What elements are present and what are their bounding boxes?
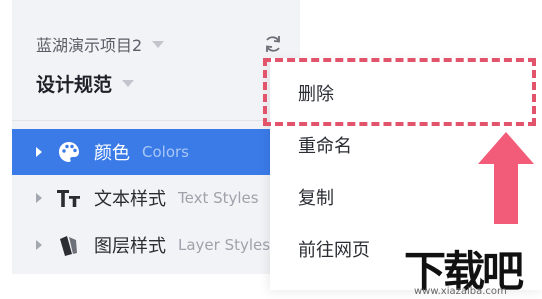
item-label-en: Text Styles	[178, 189, 259, 207]
menu-item-open-webpage[interactable]: 前往网页	[298, 236, 370, 262]
watermark-url: www.xiazaiba.com	[414, 286, 507, 297]
watermark: 下载吧 www.xiazaiba.com	[404, 238, 542, 299]
project-name: 蓝湖演示项目2	[36, 36, 143, 55]
menu-item-duplicate[interactable]: 复制	[298, 184, 334, 210]
expand-caret-icon[interactable]	[36, 193, 42, 203]
annotation-dashed-box	[263, 58, 536, 126]
sidebar-item-colors[interactable]: 颜色 Colors	[12, 129, 300, 175]
refresh-icon[interactable]	[262, 33, 284, 55]
item-label-en: Layer Styles	[178, 236, 271, 254]
divider	[12, 120, 300, 121]
sidebar-item-text-styles[interactable]: 文本样式 Text Styles	[12, 175, 300, 221]
palette-icon	[56, 139, 82, 165]
menu-item-rename[interactable]: 重命名	[298, 132, 352, 158]
text-style-icon	[56, 185, 82, 211]
page-name: 设计规范	[36, 73, 113, 96]
item-label: 图层样式	[94, 236, 166, 257]
item-label-en: Colors	[142, 143, 189, 161]
layer-style-icon	[56, 232, 82, 258]
annotation-up-arrow	[478, 132, 534, 224]
page-selector[interactable]: 设计规范	[36, 70, 135, 96]
chevron-down-icon	[122, 79, 135, 87]
item-label: 颜色	[94, 143, 130, 164]
expand-caret-icon[interactable]	[36, 240, 42, 250]
expand-caret-icon[interactable]	[36, 147, 42, 157]
item-label: 文本样式	[94, 189, 166, 210]
project-selector[interactable]: 蓝湖演示项目2	[36, 32, 165, 56]
chevron-down-icon	[152, 40, 165, 48]
sidebar-item-layer-styles[interactable]: 图层样式 Layer Styles	[12, 222, 300, 268]
